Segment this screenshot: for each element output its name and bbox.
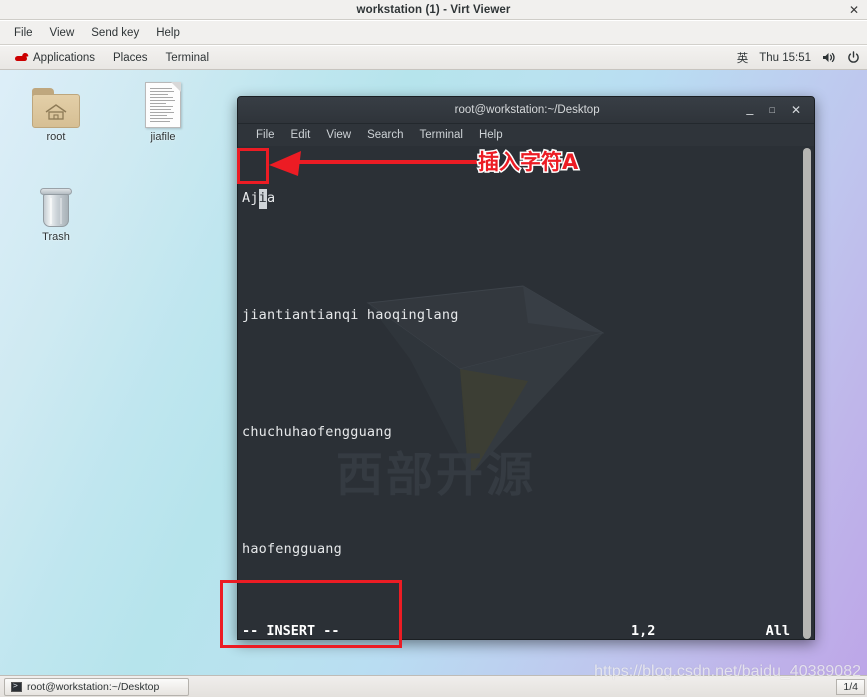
line1-after: a xyxy=(266,190,276,206)
terminal-menu-file[interactable]: File xyxy=(248,127,283,143)
terminal-menu-help[interactable]: Help xyxy=(471,127,511,143)
desktop-icon-root[interactable]: root xyxy=(20,80,92,143)
terminal-titlebar[interactable]: root@workstation:~/Desktop – □ ✕ xyxy=(238,97,814,124)
bottom-taskbar: root@workstation:~/Desktop 1/4 xyxy=(0,675,867,697)
terminal-content: Ajia jiantiantianqi haoqinglang chuchuha… xyxy=(242,146,796,639)
clock[interactable]: Thu 15:51 xyxy=(759,52,811,64)
input-method-indicator[interactable]: 英 xyxy=(737,50,749,66)
vim-status-bar: -- INSERT -- 1,2 All xyxy=(238,620,814,639)
virt-viewer-menubar: File View Send key Help xyxy=(0,21,867,45)
close-icon[interactable]: ✕ xyxy=(849,4,859,16)
places-label: Places xyxy=(113,51,148,64)
terminal-label: Terminal xyxy=(165,51,210,64)
volume-icon[interactable] xyxy=(822,51,836,64)
terminal-icon xyxy=(11,681,22,692)
terminal-menu-view[interactable]: View xyxy=(318,127,359,143)
folder-home-icon xyxy=(20,80,92,128)
terminal-line-1: Ajia xyxy=(242,189,796,209)
applications-menu[interactable]: Applications xyxy=(6,50,103,66)
terminal-menubar: File Edit View Search Terminal Help xyxy=(238,124,814,146)
applications-label: Applications xyxy=(33,51,96,64)
desktop-label-jiafile: jiafile xyxy=(150,131,176,143)
terminal-line-5: chuchuhaofengguang xyxy=(242,424,392,440)
line1-before: Aj xyxy=(242,190,259,206)
places-menu[interactable]: Places xyxy=(105,50,156,66)
menu-file[interactable]: File xyxy=(7,25,40,41)
document-icon xyxy=(127,80,199,128)
workspace-switcher[interactable]: 1/4 xyxy=(836,678,865,695)
maximize-icon[interactable]: □ xyxy=(770,105,775,115)
menu-view[interactable]: View xyxy=(43,25,82,41)
terminal-menu-terminal[interactable]: Terminal xyxy=(412,127,471,143)
terminal-line-7: haofengguang xyxy=(242,541,342,557)
scrollbar-thumb[interactable] xyxy=(803,148,811,639)
vim-cursor-position: 1,2 xyxy=(631,622,656,639)
panel-right-group: 英 Thu 15:51 xyxy=(737,50,867,66)
virt-viewer-title: workstation (1) - Virt Viewer xyxy=(356,3,511,16)
text-cursor: i xyxy=(258,189,267,209)
terminal-menu-edit[interactable]: Edit xyxy=(283,127,319,143)
minimize-icon[interactable]: – xyxy=(746,107,753,120)
desktop-icon-trash[interactable]: Trash xyxy=(20,180,92,243)
menu-send-key[interactable]: Send key xyxy=(84,25,146,41)
vim-mode-indicator: -- INSERT -- xyxy=(242,622,340,639)
panel-left-group: Applications Places Terminal xyxy=(0,50,217,66)
terminal-scrollbar[interactable] xyxy=(800,146,814,639)
trash-icon xyxy=(20,180,92,228)
terminal-window-controls: – □ ✕ xyxy=(746,104,814,120)
terminal-menu[interactable]: Terminal xyxy=(158,50,217,66)
desktop-label-trash: Trash xyxy=(42,231,70,243)
terminal-body[interactable]: 西部开源 Ajia jiantiantianqi haoqinglang chu… xyxy=(238,146,814,639)
terminal-line-6 xyxy=(242,482,796,502)
taskbar-window-label: root@workstation:~/Desktop xyxy=(27,680,160,693)
terminal-title: root@workstation:~/Desktop xyxy=(454,104,600,116)
terminal-menu-search[interactable]: Search xyxy=(359,127,411,143)
terminal-line-4 xyxy=(242,365,796,385)
gnome-top-panel: Applications Places Terminal 英 Thu 15:51 xyxy=(0,46,867,70)
desktop-icon-jiafile[interactable]: jiafile xyxy=(127,80,199,143)
power-icon[interactable] xyxy=(847,51,860,64)
menu-help[interactable]: Help xyxy=(149,25,187,41)
screen-root: workstation (1) - Virt Viewer ✕ File Vie… xyxy=(0,0,867,697)
terminal-line-2 xyxy=(242,248,796,268)
terminal-window[interactable]: root@workstation:~/Desktop – □ ✕ File Ed… xyxy=(237,96,815,640)
vim-scroll-indicator: All xyxy=(765,622,790,639)
virt-viewer-titlebar: workstation (1) - Virt Viewer ✕ xyxy=(0,0,867,20)
redhat-logo-icon xyxy=(14,52,28,63)
close-icon[interactable]: ✕ xyxy=(791,104,801,116)
terminal-line-3: jiantiantianqi haoqinglang xyxy=(242,307,459,323)
taskbar-window-button[interactable]: root@workstation:~/Desktop xyxy=(4,677,189,696)
desktop-label-root: root xyxy=(46,131,66,143)
terminal-line-8 xyxy=(242,599,796,619)
